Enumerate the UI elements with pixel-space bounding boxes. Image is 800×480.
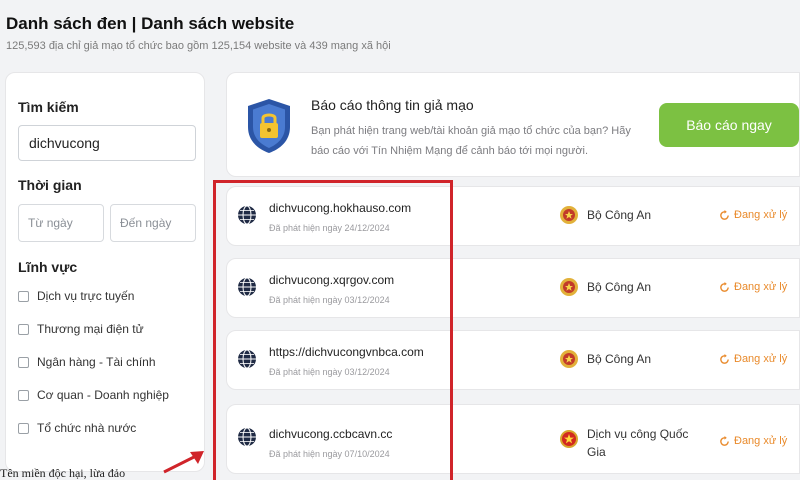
checkbox[interactable] xyxy=(18,356,29,368)
field-option[interactable]: Dịch vụ trực tuyến xyxy=(18,289,134,303)
status-text: Đang xử lý xyxy=(734,281,788,293)
page-subtitle: 125,593 địa chỉ giả mạo tổ chức bao gồm … xyxy=(6,40,391,52)
checkbox[interactable] xyxy=(18,389,29,401)
field-option[interactable]: Ngân hàng - Tài chính xyxy=(18,355,156,369)
report-banner: Báo cáo thông tin giả mạo Bạn phát hiện … xyxy=(226,72,800,177)
search-label: Tìm kiếm xyxy=(18,99,79,115)
status-badge: Đang xử lý xyxy=(719,209,787,221)
report-now-button[interactable]: Báo cáo ngay xyxy=(659,103,799,147)
refresh-icon xyxy=(720,281,729,292)
field-option-label: Dịch vụ trực tuyến xyxy=(37,289,135,303)
organization-name: Bộ Công An xyxy=(587,280,652,294)
organization-name: Bộ Công An xyxy=(587,352,652,366)
to-date-input[interactable]: Đến ngày xyxy=(110,204,196,242)
annotation-caption: Tên miền độc hại, lừa đảo xyxy=(0,466,126,480)
field-option[interactable]: Tổ chức nhà nước xyxy=(18,421,136,435)
from-date-input[interactable]: Từ ngày xyxy=(18,204,104,242)
field-option-label: Ngân hàng - Tài chính xyxy=(37,355,156,369)
police-emblem-icon xyxy=(560,206,578,224)
field-label: Lĩnh vực xyxy=(18,259,78,275)
report-title: Báo cáo thông tin giả mạo xyxy=(311,97,474,113)
checkbox[interactable] xyxy=(18,290,29,302)
refresh-icon xyxy=(720,435,729,446)
shield-lock-icon xyxy=(248,99,290,153)
police-emblem-icon xyxy=(560,350,578,368)
status-text: Đang xử lý xyxy=(734,209,788,221)
police-emblem-icon xyxy=(560,278,578,296)
arrow-icon xyxy=(163,451,204,474)
field-option[interactable]: Cơ quan - Doanh nghiệp xyxy=(18,388,169,402)
status-badge: Đang xử lý xyxy=(719,435,787,447)
report-description: Bạn phát hiện trang web/tài khoản giả mạ… xyxy=(311,125,631,157)
status-text: Đang xử lý xyxy=(734,353,788,365)
field-option-label: Thương mại điện tử xyxy=(37,322,144,336)
field-option-label: Tổ chức nhà nước xyxy=(37,421,137,435)
refresh-icon xyxy=(720,209,729,220)
status-badge: Đang xử lý xyxy=(719,353,787,365)
organization-name: Dịch vụ công Quốc Gia xyxy=(587,427,689,459)
field-option-label: Cơ quan - Doanh nghiệp xyxy=(37,388,169,402)
highlight-box xyxy=(213,180,453,480)
checkbox[interactable] xyxy=(18,422,29,434)
status-text: Đang xử lý xyxy=(734,435,788,447)
status-badge: Đang xử lý xyxy=(719,281,787,293)
organization-name: Bộ Công An xyxy=(587,208,652,222)
page-title: Danh sách đen | Danh sách website xyxy=(6,14,295,33)
refresh-icon xyxy=(720,353,729,364)
filter-sidebar: Tìm kiếm Thời gian Từ ngày Đến ngày Lĩnh… xyxy=(5,72,205,472)
checkbox[interactable] xyxy=(18,323,29,335)
time-label: Thời gian xyxy=(18,177,82,193)
national-emblem-icon xyxy=(560,430,578,448)
search-input[interactable] xyxy=(18,125,196,161)
field-option[interactable]: Thương mại điện tử xyxy=(18,322,144,336)
